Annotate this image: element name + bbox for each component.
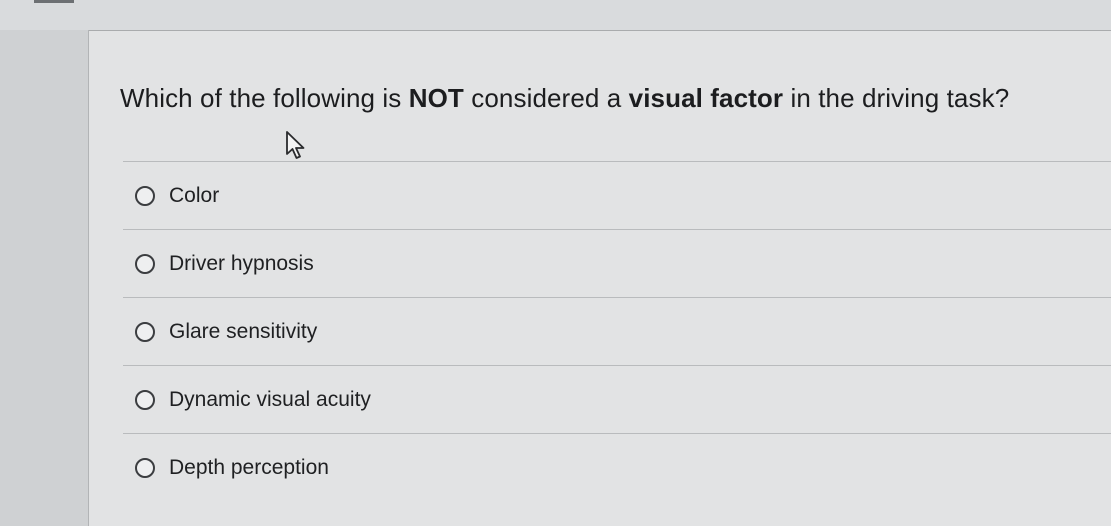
answer-list: Color Driver hypnosis Glare sensitivity … (123, 161, 1111, 501)
answer-label: Dynamic visual acuity (169, 387, 371, 411)
question-emphasis-visual-factor: visual factor (628, 83, 784, 113)
answer-option-glare-sensitivity[interactable]: Glare sensitivity (123, 297, 1111, 365)
question-part-2: considered a (463, 83, 629, 113)
answer-option-color[interactable]: Color (123, 161, 1111, 229)
radio-circle-icon[interactable] (135, 321, 155, 342)
answer-label: Glare sensitivity (169, 319, 318, 343)
left-gutter (0, 30, 89, 526)
question-part-1: Which of the following is (120, 83, 409, 113)
answer-option-depth-perception[interactable]: Depth perception (123, 433, 1111, 501)
radio-circle-icon[interactable] (135, 253, 155, 274)
answer-option-dynamic-visual-acuity[interactable]: Dynamic visual acuity (123, 365, 1111, 433)
answer-label: Color (169, 183, 220, 207)
answer-option-driver-hypnosis[interactable]: Driver hypnosis (123, 229, 1111, 297)
top-strip (0, 0, 1111, 31)
tab-indicator (34, 0, 74, 3)
answer-label: Depth perception (169, 455, 329, 479)
radio-circle-icon[interactable] (135, 389, 155, 410)
question-part-3: in the driving task? (783, 83, 1010, 113)
radio-circle-icon[interactable] (135, 457, 155, 478)
radio-circle-icon[interactable] (135, 185, 155, 206)
question-emphasis-not: NOT (408, 83, 464, 113)
answer-label: Driver hypnosis (169, 251, 314, 275)
screen: Which of the following is NOT considered… (0, 0, 1111, 526)
question-text: Which of the following is NOT considered… (120, 83, 1009, 114)
mouse-pointer-icon (286, 131, 305, 159)
question-panel: Which of the following is NOT considered… (89, 31, 1111, 526)
